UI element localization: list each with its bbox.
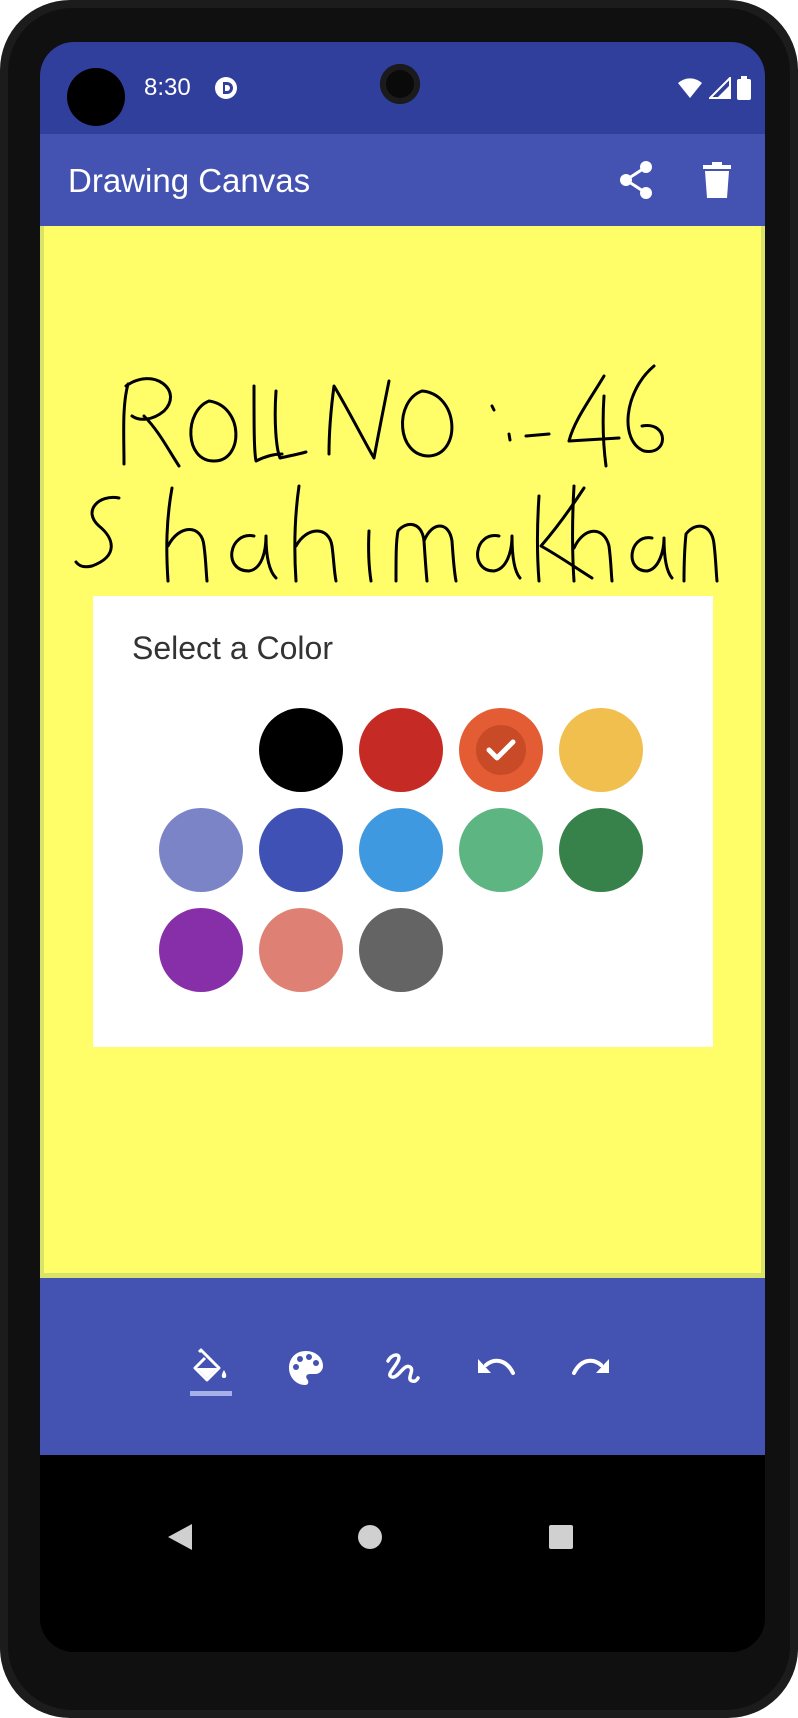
swatch-white[interactable] [159, 708, 243, 792]
color-picker-dialog: Select a Color [93, 596, 713, 1047]
brush-icon [386, 1353, 420, 1383]
redo-button[interactable] [561, 1338, 621, 1398]
recents-button[interactable] [537, 1513, 585, 1561]
phone-frame: 8:30 Drawing Canvas Select a Color [0, 0, 798, 1718]
battery-icon [737, 76, 751, 100]
swatch-green[interactable] [559, 808, 643, 892]
active-tool-indicator [190, 1391, 232, 1396]
check-icon [486, 739, 516, 761]
swatch-red[interactable] [359, 708, 443, 792]
brush-tool-button[interactable] [371, 1338, 431, 1398]
bottom-toolbar [40, 1278, 765, 1455]
fill-tool-button[interactable] [181, 1338, 241, 1398]
swatch-amber[interactable] [559, 708, 643, 792]
data-saver-icon [215, 77, 237, 99]
status-time: 8:30 [144, 74, 191, 101]
notification-dot [67, 68, 125, 126]
drawing-canvas[interactable]: Select a Color [40, 226, 765, 1278]
home-button[interactable] [346, 1513, 394, 1561]
swatch-purple[interactable] [159, 908, 243, 992]
swatch-light-green[interactable] [459, 808, 543, 892]
selected-ring [476, 725, 526, 775]
swatch-blue[interactable] [359, 808, 443, 892]
app-title: Drawing Canvas [68, 162, 311, 199]
share-button[interactable] [610, 154, 662, 206]
swatch-orange-selected[interactable] [459, 708, 543, 792]
front-camera [380, 64, 420, 104]
recents-icon [549, 1525, 573, 1549]
undo-icon [478, 1358, 515, 1375]
back-icon [168, 1524, 192, 1550]
system-nav-bar [40, 1455, 765, 1652]
swatch-gray[interactable] [359, 908, 443, 992]
app-bar: Drawing Canvas [40, 134, 765, 226]
swatch-salmon[interactable] [259, 908, 343, 992]
status-icons [677, 76, 751, 100]
palette-tool-button[interactable] [276, 1338, 336, 1398]
signal-icon [709, 77, 731, 99]
fill-icon [193, 1348, 227, 1382]
wifi-icon [678, 78, 702, 98]
swatch-lavender[interactable] [159, 808, 243, 892]
status-bar: 8:30 [40, 42, 765, 134]
dialog-title: Select a Color [132, 630, 333, 666]
palette-icon [289, 1351, 323, 1385]
swatch-indigo[interactable] [259, 808, 343, 892]
undo-button[interactable] [466, 1338, 526, 1398]
screen: 8:30 Drawing Canvas Select a Color [40, 42, 765, 1652]
swatch-black[interactable] [259, 708, 343, 792]
share-icon [620, 161, 652, 199]
home-icon [358, 1525, 382, 1549]
back-button[interactable] [156, 1513, 204, 1561]
trash-icon [703, 162, 731, 198]
redo-icon [572, 1358, 609, 1375]
delete-button[interactable] [691, 154, 743, 206]
